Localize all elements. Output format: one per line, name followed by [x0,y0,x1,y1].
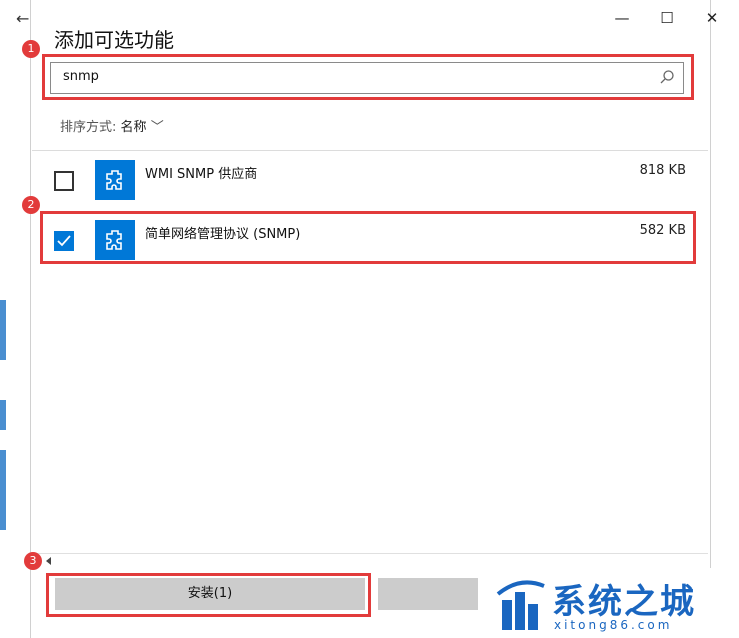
city-logo-icon [496,580,545,630]
back-arrow-icon[interactable]: ← [16,8,40,30]
checkbox[interactable] [54,171,74,191]
search-input[interactable]: snmp [50,62,684,94]
background-strip [0,450,6,530]
close-button[interactable]: ✕ [692,6,732,30]
checkmark-icon [57,235,71,247]
item-size: 818 KB [639,163,686,178]
background-window-left [0,0,30,638]
search-input-value[interactable]: snmp [63,69,99,84]
sort-label: 排序方式: [60,120,117,135]
sort-control[interactable]: 排序方式: 名称 ﹀ [60,116,164,135]
background-strip [0,300,6,360]
watermark-logo: 系统之城 xitong86.com [484,568,739,638]
annotation-badge-2: 2 [22,196,40,214]
sort-value[interactable]: 名称 [121,120,147,135]
feature-tile [95,220,135,260]
watermark-subtitle: xitong86.com [554,618,673,632]
item-name: 简单网络管理协议 (SNMP) [145,227,301,242]
background-window-right [710,0,739,638]
maximize-button[interactable]: ☐ [647,6,687,30]
item-size: 582 KB [639,223,686,238]
dialog-title: 添加可选功能 [54,28,174,52]
search-icon[interactable] [659,69,675,85]
feature-tile [95,160,135,200]
background-strip [0,400,6,430]
minimize-button[interactable]: — [602,6,642,30]
list-item[interactable]: WMI SNMP 供应商 818 KB [32,158,708,206]
install-button[interactable]: 安装(1) [55,578,365,610]
watermark-title: 系统之城 [552,582,696,622]
add-optional-feature-dialog [30,0,711,638]
puzzle-icon [106,230,122,250]
cancel-button[interactable] [378,578,478,610]
list-item[interactable]: 简单网络管理协议 (SNMP) 582 KB [32,218,708,266]
chevron-down-icon[interactable]: ﹀ [151,120,164,135]
checkbox-checked[interactable] [54,231,74,251]
footer-divider [32,553,708,554]
annotation-badge-1: 1 [22,40,40,58]
annotation-badge-3: 3 [24,552,42,570]
item-name: WMI SNMP 供应商 [145,167,258,182]
puzzle-icon [106,170,122,190]
scroll-left-arrow-icon[interactable] [46,557,51,565]
list-divider [32,150,708,151]
